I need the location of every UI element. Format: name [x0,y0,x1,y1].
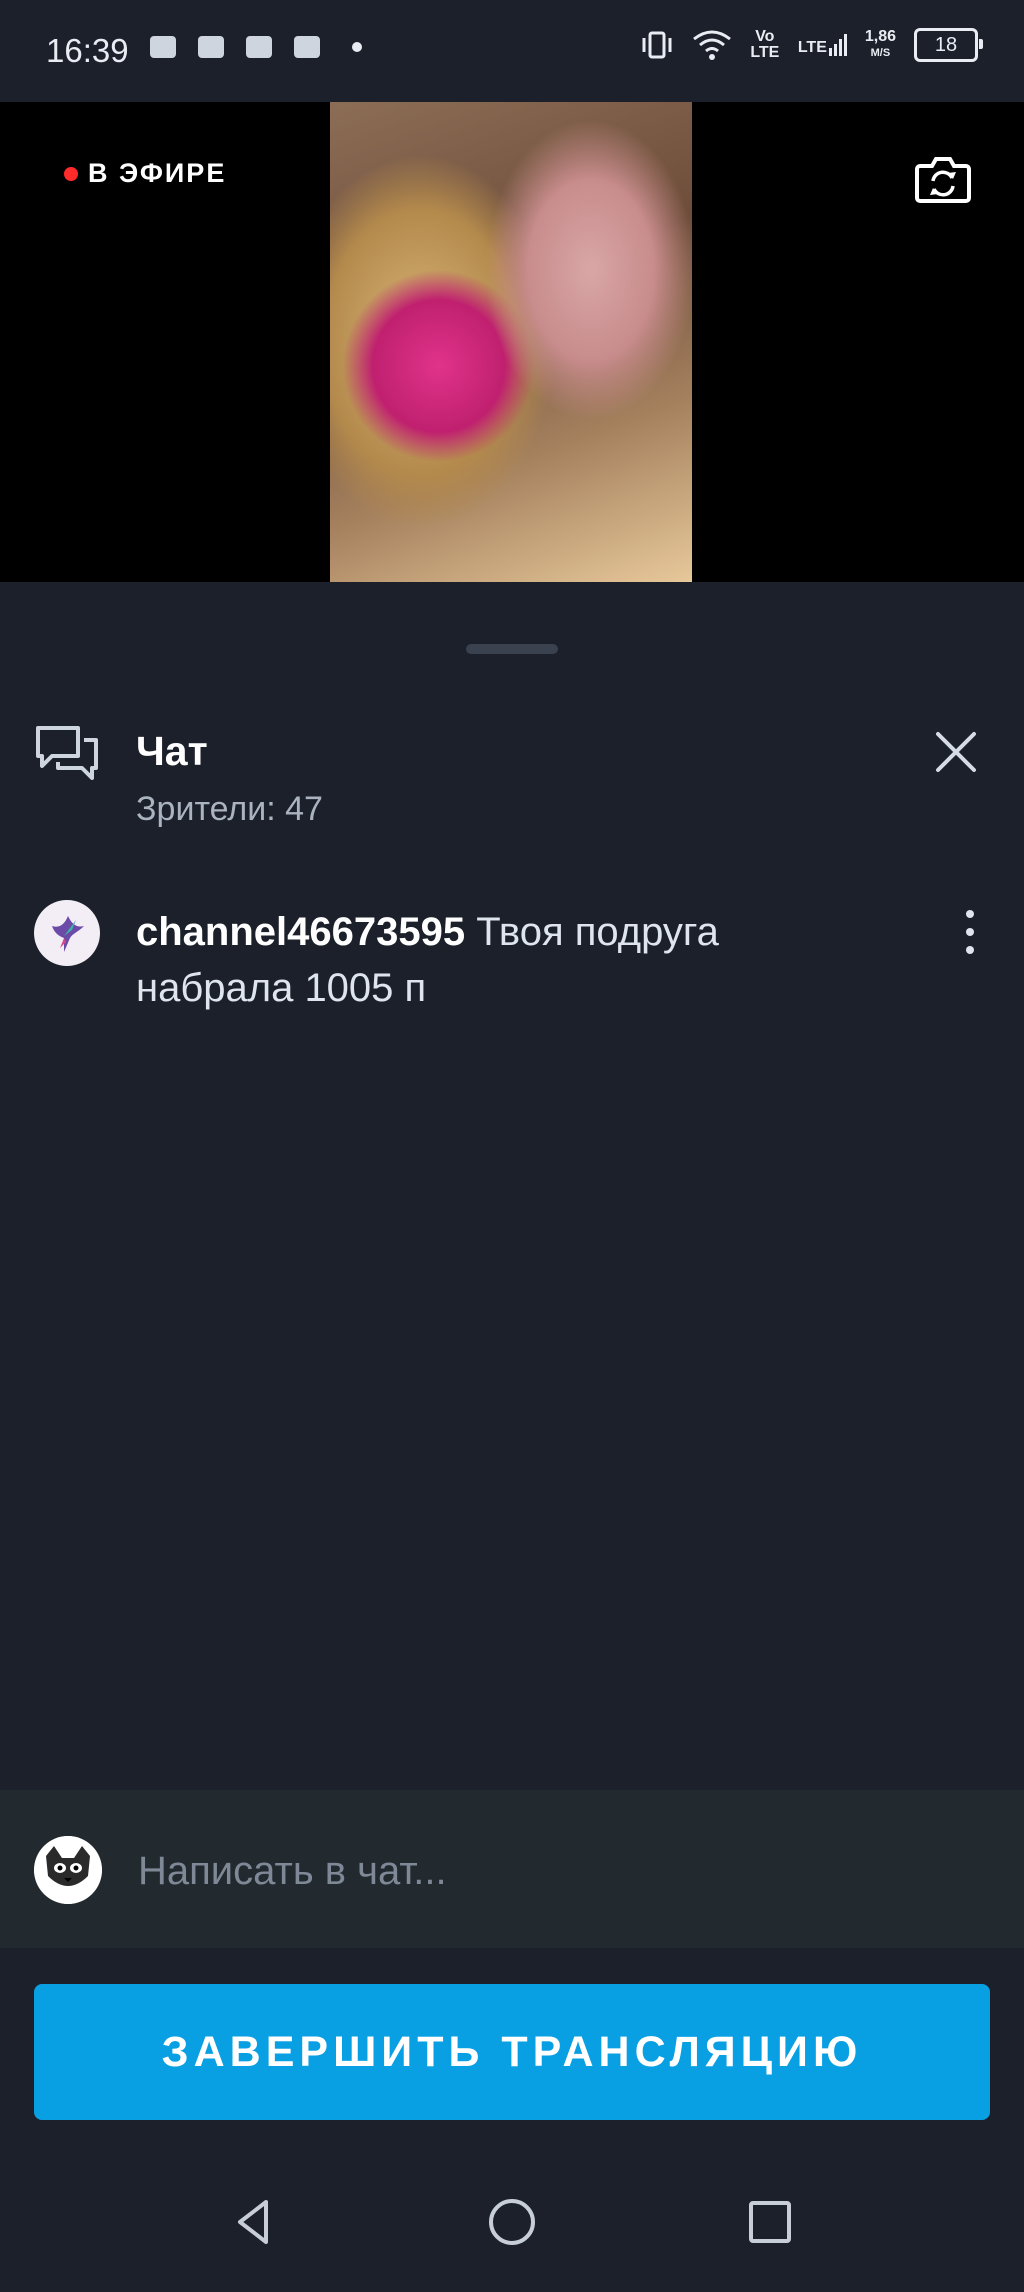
flag-icon [294,36,320,58]
chat-bubbles-icon [36,726,98,780]
nav-back-icon[interactable] [226,2194,282,2250]
hummingbird-icon [52,916,84,952]
status-time: 16:39 [46,32,129,69]
chat-input-bar [0,1790,1024,1948]
lte-signal-indicator: LTE [798,34,847,56]
stream-video-area: В ЭФИРЕ [0,102,1024,582]
gamepad-icon [150,36,176,58]
battery-indicator: 18 [914,28,983,62]
camera-preview [330,102,692,582]
net-speed-value: 1,86 [864,28,896,45]
avatar [34,1836,102,1904]
live-indicator-dot [64,166,78,181]
chat-message-input[interactable] [136,1830,980,1912]
system-navigation-bar [0,2150,1024,2292]
lte-label: LTE [797,39,827,56]
more-notifications-dot [352,42,362,52]
volte-indicator: Vo LTE [750,28,780,61]
camera-switch-icon[interactable] [914,154,972,204]
vibrate-icon [642,31,672,59]
sheet-drag-handle[interactable] [466,644,558,654]
system-icons: Vo LTE LTE 1,86 M/S 18 [640,28,983,62]
live-badge: В ЭФИРЕ [64,158,226,189]
signal-bars-icon [828,34,847,56]
close-icon[interactable] [934,730,978,774]
more-vertical-icon[interactable] [962,906,978,962]
chat-title: Чат [136,728,208,774]
network-speed: 1,86 M/S [865,29,896,61]
live-label: В ЭФИРЕ [88,158,227,188]
avatar[interactable] [34,900,100,966]
raccoon-icon [34,1836,102,1904]
parking-app-icon [246,36,272,58]
message-username[interactable]: channel46673595 [136,910,465,954]
end-stream-button[interactable]: ЗАВЕРШИТЬ ТРАНСЛЯЦИЮ [34,1984,990,2120]
viewers-count: Зрители: 47 [136,790,323,828]
status-bar: 16:39 Vo LTE LTE 1,86 M/S 18 [0,0,1024,102]
wifi-icon [692,30,731,60]
chat-message: channel46673595 Твоя подруга набрала 100… [34,900,984,1040]
camera-notification-icon [198,36,224,58]
nav-recents-icon[interactable] [742,2194,798,2250]
notification-icons [150,36,362,58]
net-speed-unit: M/S [870,47,891,59]
chat-message-text: channel46673595 Твоя подруга набрала 100… [136,904,836,1016]
nav-home-icon[interactable] [484,2194,540,2250]
